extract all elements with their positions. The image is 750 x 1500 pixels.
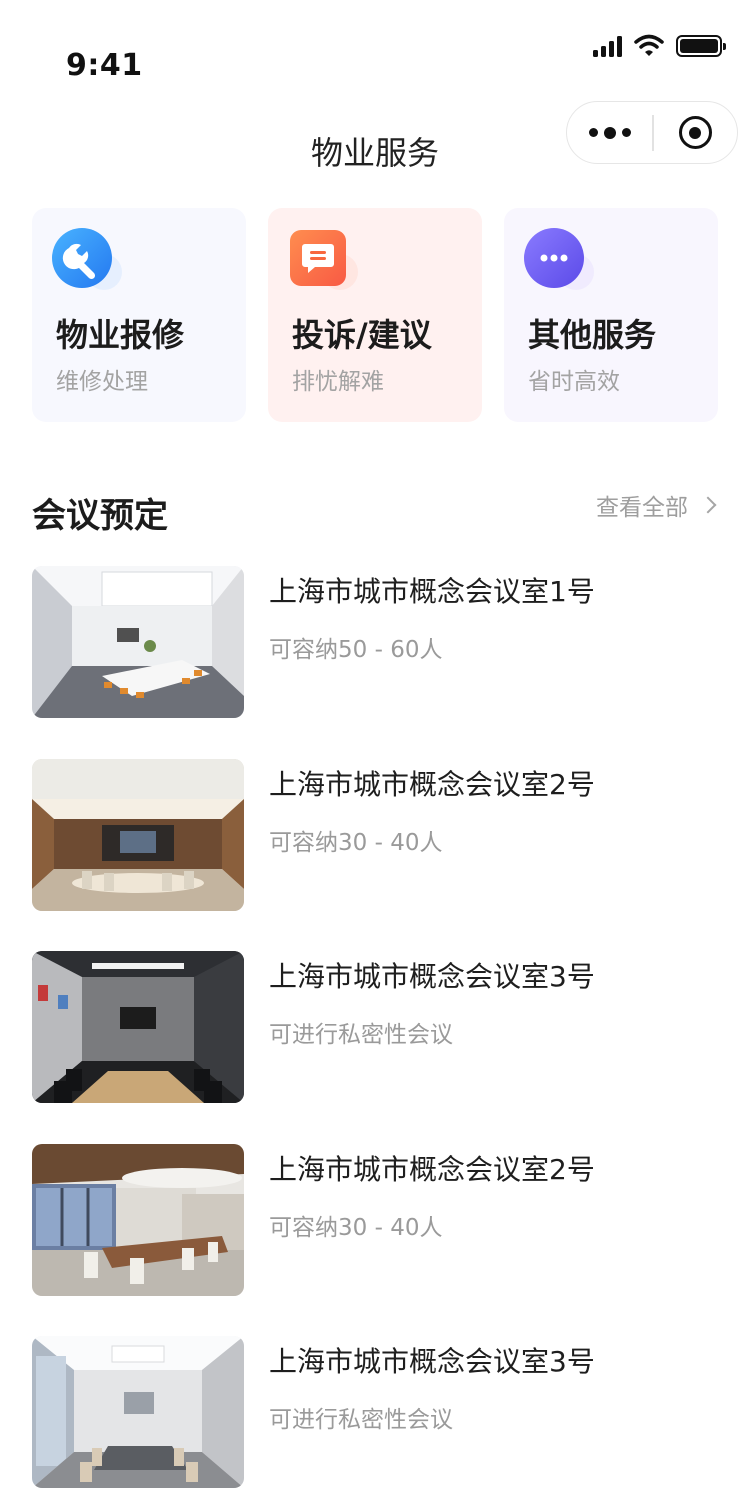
service-card-other[interactable]: 其他服务 省时高效 xyxy=(504,208,718,422)
room-name: 上海市城市概念会议室3号 xyxy=(269,960,595,993)
service-subtitle: 维修处理 xyxy=(56,369,148,395)
close-mini-program-button[interactable] xyxy=(654,102,737,163)
more-dots-icon xyxy=(524,228,584,288)
room-name: 上海市城市概念会议室2号 xyxy=(269,767,595,801)
service-subtitle: 省时高效 xyxy=(528,369,620,395)
service-title: 投诉/建议 xyxy=(292,316,432,354)
section-title: 会议预定 xyxy=(32,496,168,536)
cellular-signal-icon xyxy=(593,35,622,57)
room-photo xyxy=(32,1336,244,1488)
list-item[interactable]: 上海市城市概念会议室2号 可容纳30 - 40人 xyxy=(32,758,718,952)
list-item[interactable]: 上海市城市概念会议室3号 可进行私密性会议 xyxy=(32,1336,718,1500)
wifi-icon xyxy=(634,34,664,56)
battery-icon xyxy=(676,35,726,57)
meeting-room-list: 上海市城市概念会议室1号 可容纳50 - 60人 上海市城市概念会议室2号 可容… xyxy=(32,566,718,1500)
list-item[interactable]: 上海市城市概念会议室2号 可容纳30 - 40人 xyxy=(32,1143,718,1337)
room-photo xyxy=(32,951,244,1103)
more-menu-button[interactable] xyxy=(567,102,652,163)
room-description: 可容纳30 - 40人 xyxy=(269,829,443,856)
list-item[interactable]: 上海市城市概念会议室3号 可进行私密性会议 xyxy=(32,951,718,1144)
service-title: 其他服务 xyxy=(528,316,657,354)
view-all-label: 查看全部 xyxy=(596,495,688,521)
room-name: 上海市城市概念会议室1号 xyxy=(269,575,595,608)
room-photo xyxy=(32,1143,244,1296)
service-cards: 物业报修 维修处理 投诉/建议 排忧解难 其他服务 省时高效 xyxy=(32,208,718,422)
service-card-complaint[interactable]: 投诉/建议 排忧解难 xyxy=(268,208,482,422)
service-subtitle: 排忧解难 xyxy=(292,369,384,395)
status-time: 9:41 xyxy=(66,48,143,83)
service-title: 物业报修 xyxy=(56,316,185,354)
chevron-right-icon xyxy=(699,496,717,514)
target-icon xyxy=(678,116,712,149)
room-photo xyxy=(32,566,244,718)
room-description: 可进行私密性会议 xyxy=(269,1022,453,1048)
status-icons xyxy=(593,34,726,58)
room-name: 上海市城市概念会议室3号 xyxy=(269,1345,595,1378)
service-card-repair[interactable]: 物业报修 维修处理 xyxy=(32,208,246,422)
list-item[interactable]: 上海市城市概念会议室1号 可容纳50 - 60人 xyxy=(32,566,718,759)
room-photo xyxy=(32,758,244,911)
room-description: 可容纳30 - 40人 xyxy=(269,1214,443,1241)
room-name: 上海市城市概念会议室2号 xyxy=(269,1152,595,1186)
mini-program-capsule xyxy=(566,101,738,164)
view-all-link[interactable]: 查看全部 xyxy=(596,488,717,522)
room-description: 可进行私密性会议 xyxy=(269,1407,453,1433)
room-description: 可容纳50 - 60人 xyxy=(269,637,443,663)
wrench-icon xyxy=(52,228,112,288)
status-bar: 9:41 xyxy=(0,0,750,90)
message-icon xyxy=(288,228,348,288)
